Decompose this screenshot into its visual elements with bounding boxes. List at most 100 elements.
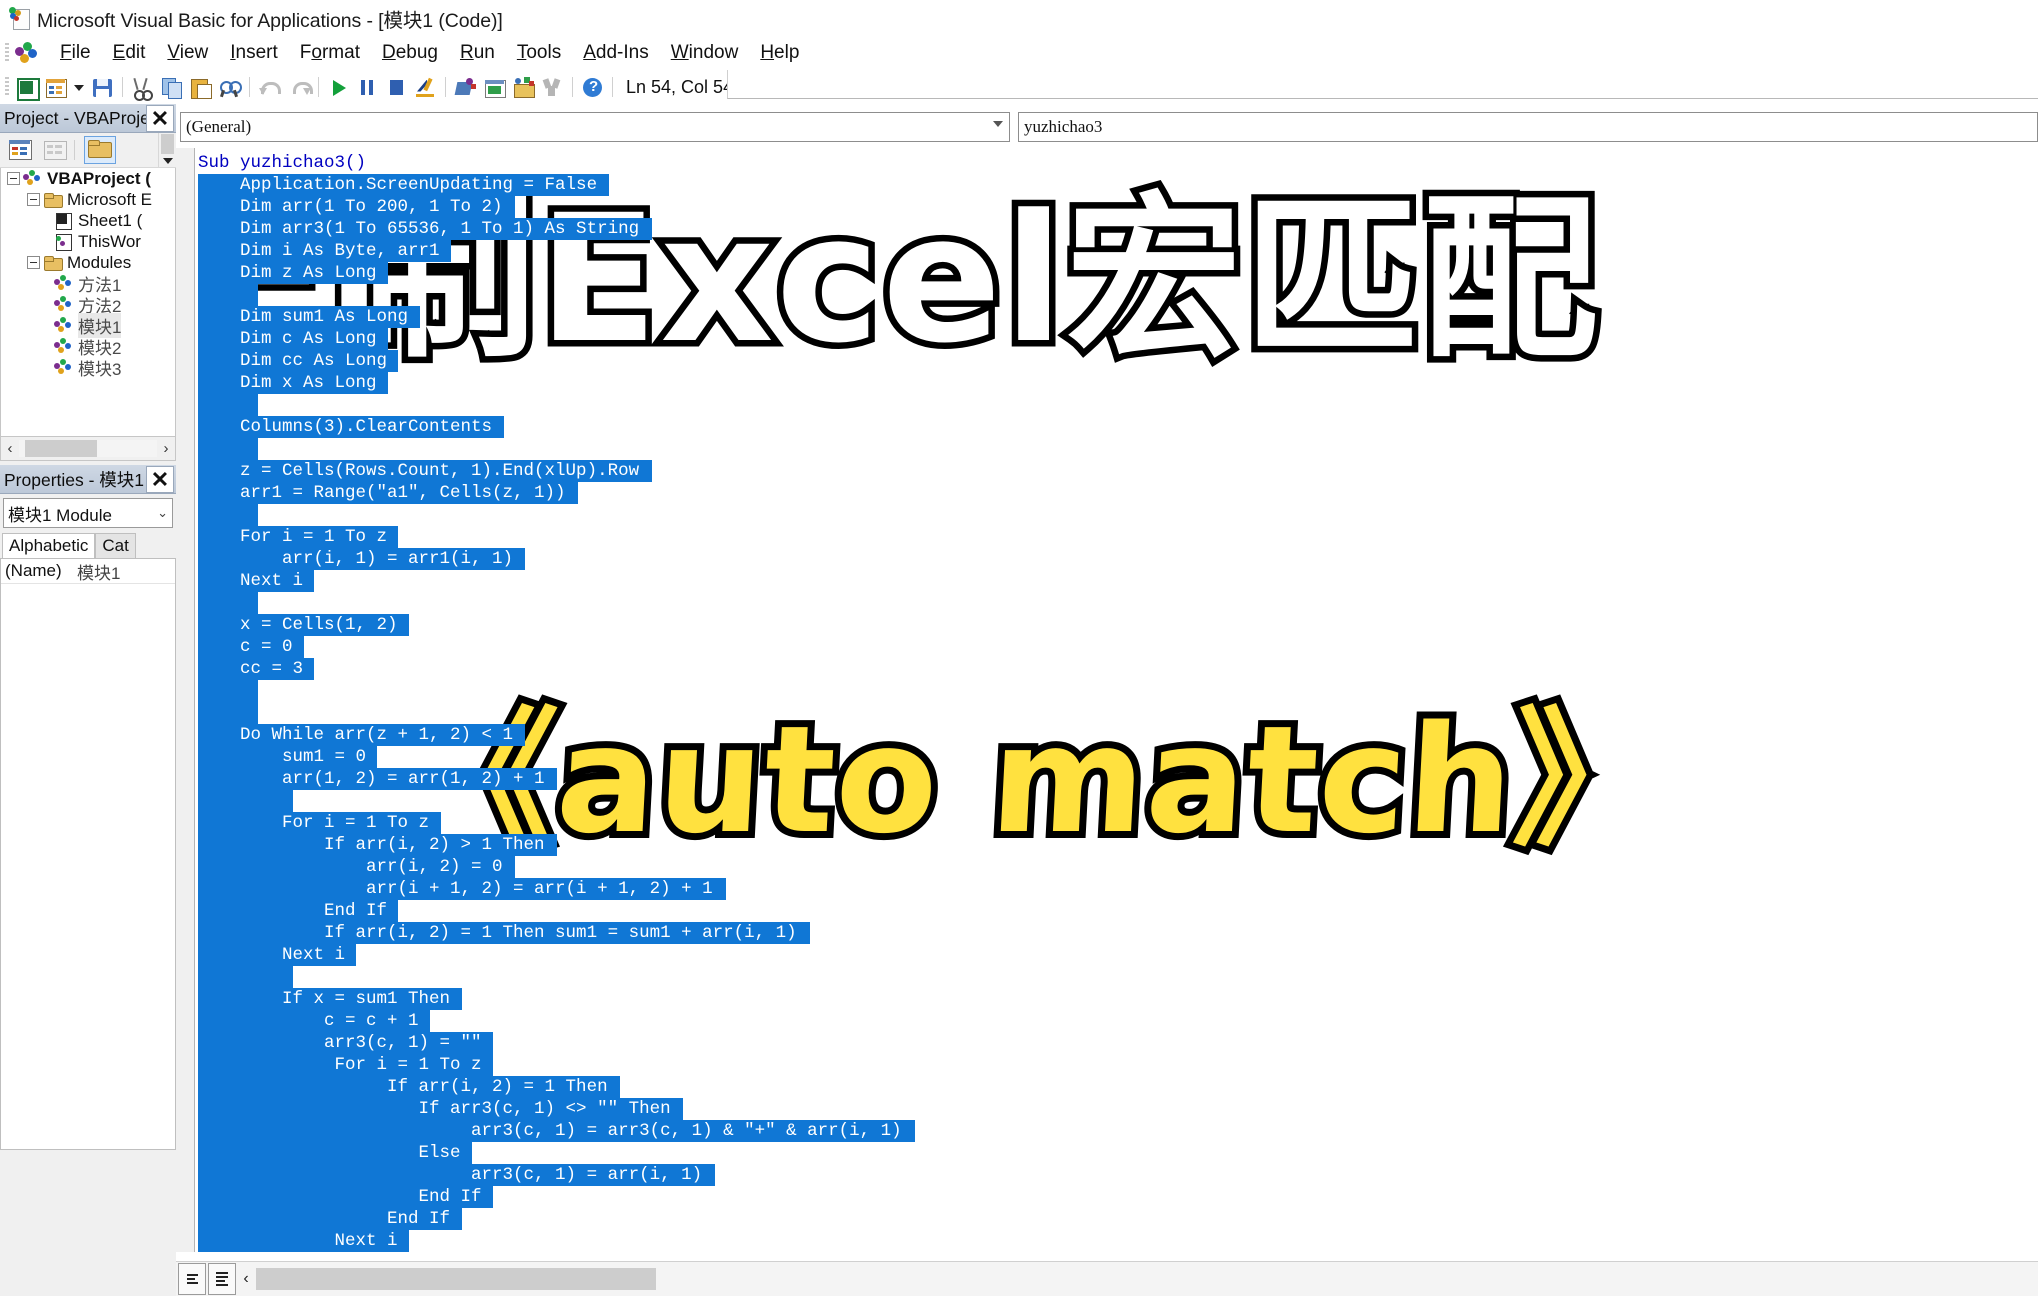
menu-debug[interactable]: Debug bbox=[371, 39, 449, 67]
property-value[interactable]: 模块1 bbox=[77, 559, 120, 584]
code-line[interactable]: Dim arr3(1 To 65536, 1 To 1) As String bbox=[198, 218, 902, 240]
menu-help[interactable]: Help bbox=[749, 39, 810, 67]
code-line[interactable]: If arr3(c, 1) <> "" Then bbox=[198, 1098, 902, 1120]
tree-item-thisworkbook[interactable]: ThisWor bbox=[1, 231, 175, 252]
menu-run[interactable]: Run bbox=[449, 39, 506, 67]
menu-view[interactable]: View bbox=[156, 39, 219, 67]
scroll-thumb[interactable] bbox=[25, 440, 97, 457]
menu-grip[interactable] bbox=[5, 43, 9, 63]
scroll-left-icon[interactable]: ‹ bbox=[236, 1270, 256, 1288]
reset-icon[interactable] bbox=[384, 75, 409, 100]
dropdown-arrow-icon[interactable] bbox=[72, 75, 86, 100]
code-line[interactable] bbox=[198, 504, 902, 526]
code-line[interactable]: arr(i + 1, 2) = arr(i + 1, 2) + 1 bbox=[198, 878, 902, 900]
code-line[interactable]: End If bbox=[198, 1186, 902, 1208]
properties-grid[interactable]: (Name) 模块1 bbox=[0, 558, 176, 1150]
tree-item-vbaproject[interactable]: VBAProject ( bbox=[1, 168, 175, 189]
close-icon[interactable]: ✕ bbox=[146, 466, 174, 493]
code-line[interactable]: arr(i, 2) = 0 bbox=[198, 856, 902, 878]
toolbox-icon[interactable] bbox=[511, 75, 536, 100]
view-object-icon[interactable] bbox=[40, 137, 70, 163]
chevron-down-icon[interactable]: ⌄ bbox=[157, 505, 168, 521]
object-combo[interactable]: (General) bbox=[180, 112, 1010, 142]
code-line[interactable]: For i = 1 To z bbox=[198, 1054, 902, 1076]
project-explorer-icon[interactable] bbox=[453, 75, 478, 100]
code-line[interactable]: Next i bbox=[198, 1230, 902, 1252]
code-line[interactable]: Application.ScreenUpdating = False bbox=[198, 174, 902, 196]
code-line[interactable]: Next i bbox=[198, 570, 902, 592]
code-line[interactable]: Dim c As Long bbox=[198, 328, 902, 350]
tree-item-microsoft-excel-objects[interactable]: Microsoft E bbox=[1, 189, 175, 210]
code-line[interactable]: Dim cc As Long bbox=[198, 350, 902, 372]
procedure-combo[interactable]: yuzhichao3 bbox=[1018, 112, 2038, 142]
collapse-icon[interactable] bbox=[27, 256, 40, 269]
code-line[interactable]: If x = sum1 Then bbox=[198, 988, 902, 1010]
code-hscroll-track[interactable] bbox=[256, 1268, 2036, 1290]
design-mode-icon[interactable] bbox=[413, 75, 438, 100]
code-line[interactable] bbox=[198, 702, 902, 724]
code-line[interactable]: Dim x As Long bbox=[198, 372, 902, 394]
scroll-right-icon[interactable]: › bbox=[157, 440, 175, 457]
view-excel-icon[interactable] bbox=[14, 75, 40, 101]
code-line[interactable]: Dim z As Long bbox=[198, 262, 902, 284]
code-hscroll-thumb[interactable] bbox=[256, 1268, 656, 1290]
scroll-track[interactable] bbox=[19, 440, 157, 457]
menu-addins[interactable]: Add-Ins bbox=[572, 39, 660, 67]
code-line[interactable]: arr1 = Range("a1", Cells(z, 1)) bbox=[198, 482, 902, 504]
code-line[interactable]: x = Cells(1, 2) bbox=[198, 614, 902, 636]
help-icon[interactable]: ? bbox=[580, 75, 605, 100]
code-line[interactable]: Dim sum1 As Long bbox=[198, 306, 902, 328]
break-icon[interactable] bbox=[355, 75, 380, 100]
tree-item-module-2[interactable]: 模块2 bbox=[1, 336, 175, 358]
menu-insert[interactable]: Insert bbox=[219, 39, 289, 67]
code-line[interactable]: c = 0 bbox=[198, 636, 902, 658]
redo-icon[interactable] bbox=[286, 75, 313, 100]
code-line[interactable] bbox=[198, 680, 902, 702]
copy-icon[interactable] bbox=[159, 75, 184, 100]
code-line[interactable]: For i = 1 To z bbox=[198, 526, 902, 548]
code-line[interactable]: Else bbox=[198, 1142, 902, 1164]
tree-item-module-fangfa1[interactable]: 方法1 bbox=[1, 273, 175, 295]
paste-icon[interactable] bbox=[188, 75, 213, 100]
code-line[interactable]: Next i bbox=[198, 944, 902, 966]
view-code-icon[interactable] bbox=[5, 137, 35, 163]
tree-item-sheet1[interactable]: Sheet1 ( bbox=[1, 210, 175, 231]
collapse-icon[interactable] bbox=[27, 193, 40, 206]
code-line[interactable] bbox=[198, 966, 902, 988]
menu-tools[interactable]: Tools bbox=[506, 39, 572, 67]
tree-item-module-1[interactable]: 模块1 bbox=[1, 313, 175, 338]
properties-window-icon[interactable] bbox=[482, 75, 507, 100]
code-line[interactable] bbox=[198, 592, 902, 614]
code-line[interactable] bbox=[198, 790, 902, 812]
tree-item-module-3[interactable]: 模块3 bbox=[1, 357, 175, 379]
code-line[interactable]: For i = 1 To z bbox=[198, 812, 902, 834]
code-line[interactable]: If arr(i, 2) > 1 Then bbox=[198, 834, 902, 856]
save-icon[interactable] bbox=[90, 75, 115, 100]
chevron-down-icon[interactable] bbox=[993, 121, 1003, 127]
tree-item-module-fangfa2[interactable]: 方法2 bbox=[1, 294, 175, 316]
tab-alphabetic[interactable]: Alphabetic bbox=[2, 533, 96, 558]
find-icon[interactable] bbox=[217, 75, 242, 100]
code-line[interactable]: End If bbox=[198, 900, 902, 922]
menu-edit[interactable]: Edit bbox=[102, 39, 157, 67]
code-line[interactable] bbox=[198, 438, 902, 460]
project-tree-hscrollbar[interactable]: ‹ › bbox=[0, 437, 176, 461]
code-line[interactable]: Dim i As Byte, arr1 bbox=[198, 240, 902, 262]
margin-indicator-bar[interactable] bbox=[176, 148, 195, 1252]
code-line[interactable]: Dim arr(1 To 200, 1 To 2) bbox=[198, 196, 902, 218]
code-line[interactable] bbox=[198, 394, 902, 416]
scroll-left-icon[interactable]: ‹ bbox=[1, 440, 19, 457]
procedure-view-icon[interactable] bbox=[178, 1263, 206, 1295]
toolbar-grip[interactable] bbox=[5, 77, 9, 97]
tab-categorized[interactable]: Cat bbox=[95, 533, 136, 558]
run-icon[interactable] bbox=[326, 75, 351, 100]
undo-icon[interactable] bbox=[257, 75, 282, 100]
code-line[interactable] bbox=[198, 284, 902, 306]
menu-window[interactable]: Window bbox=[660, 39, 750, 67]
object-browser-2-icon[interactable] bbox=[540, 75, 565, 100]
code-line[interactable]: If arr(i, 2) = 1 Then sum1 = sum1 + arr(… bbox=[198, 922, 902, 944]
code-line[interactable]: Do While arr(z + 1, 2) < 1 bbox=[198, 724, 902, 746]
code-line[interactable]: If arr(i, 2) = 1 Then bbox=[198, 1076, 902, 1098]
full-module-view-icon[interactable] bbox=[208, 1263, 236, 1295]
toggle-folders-icon[interactable] bbox=[84, 136, 116, 164]
